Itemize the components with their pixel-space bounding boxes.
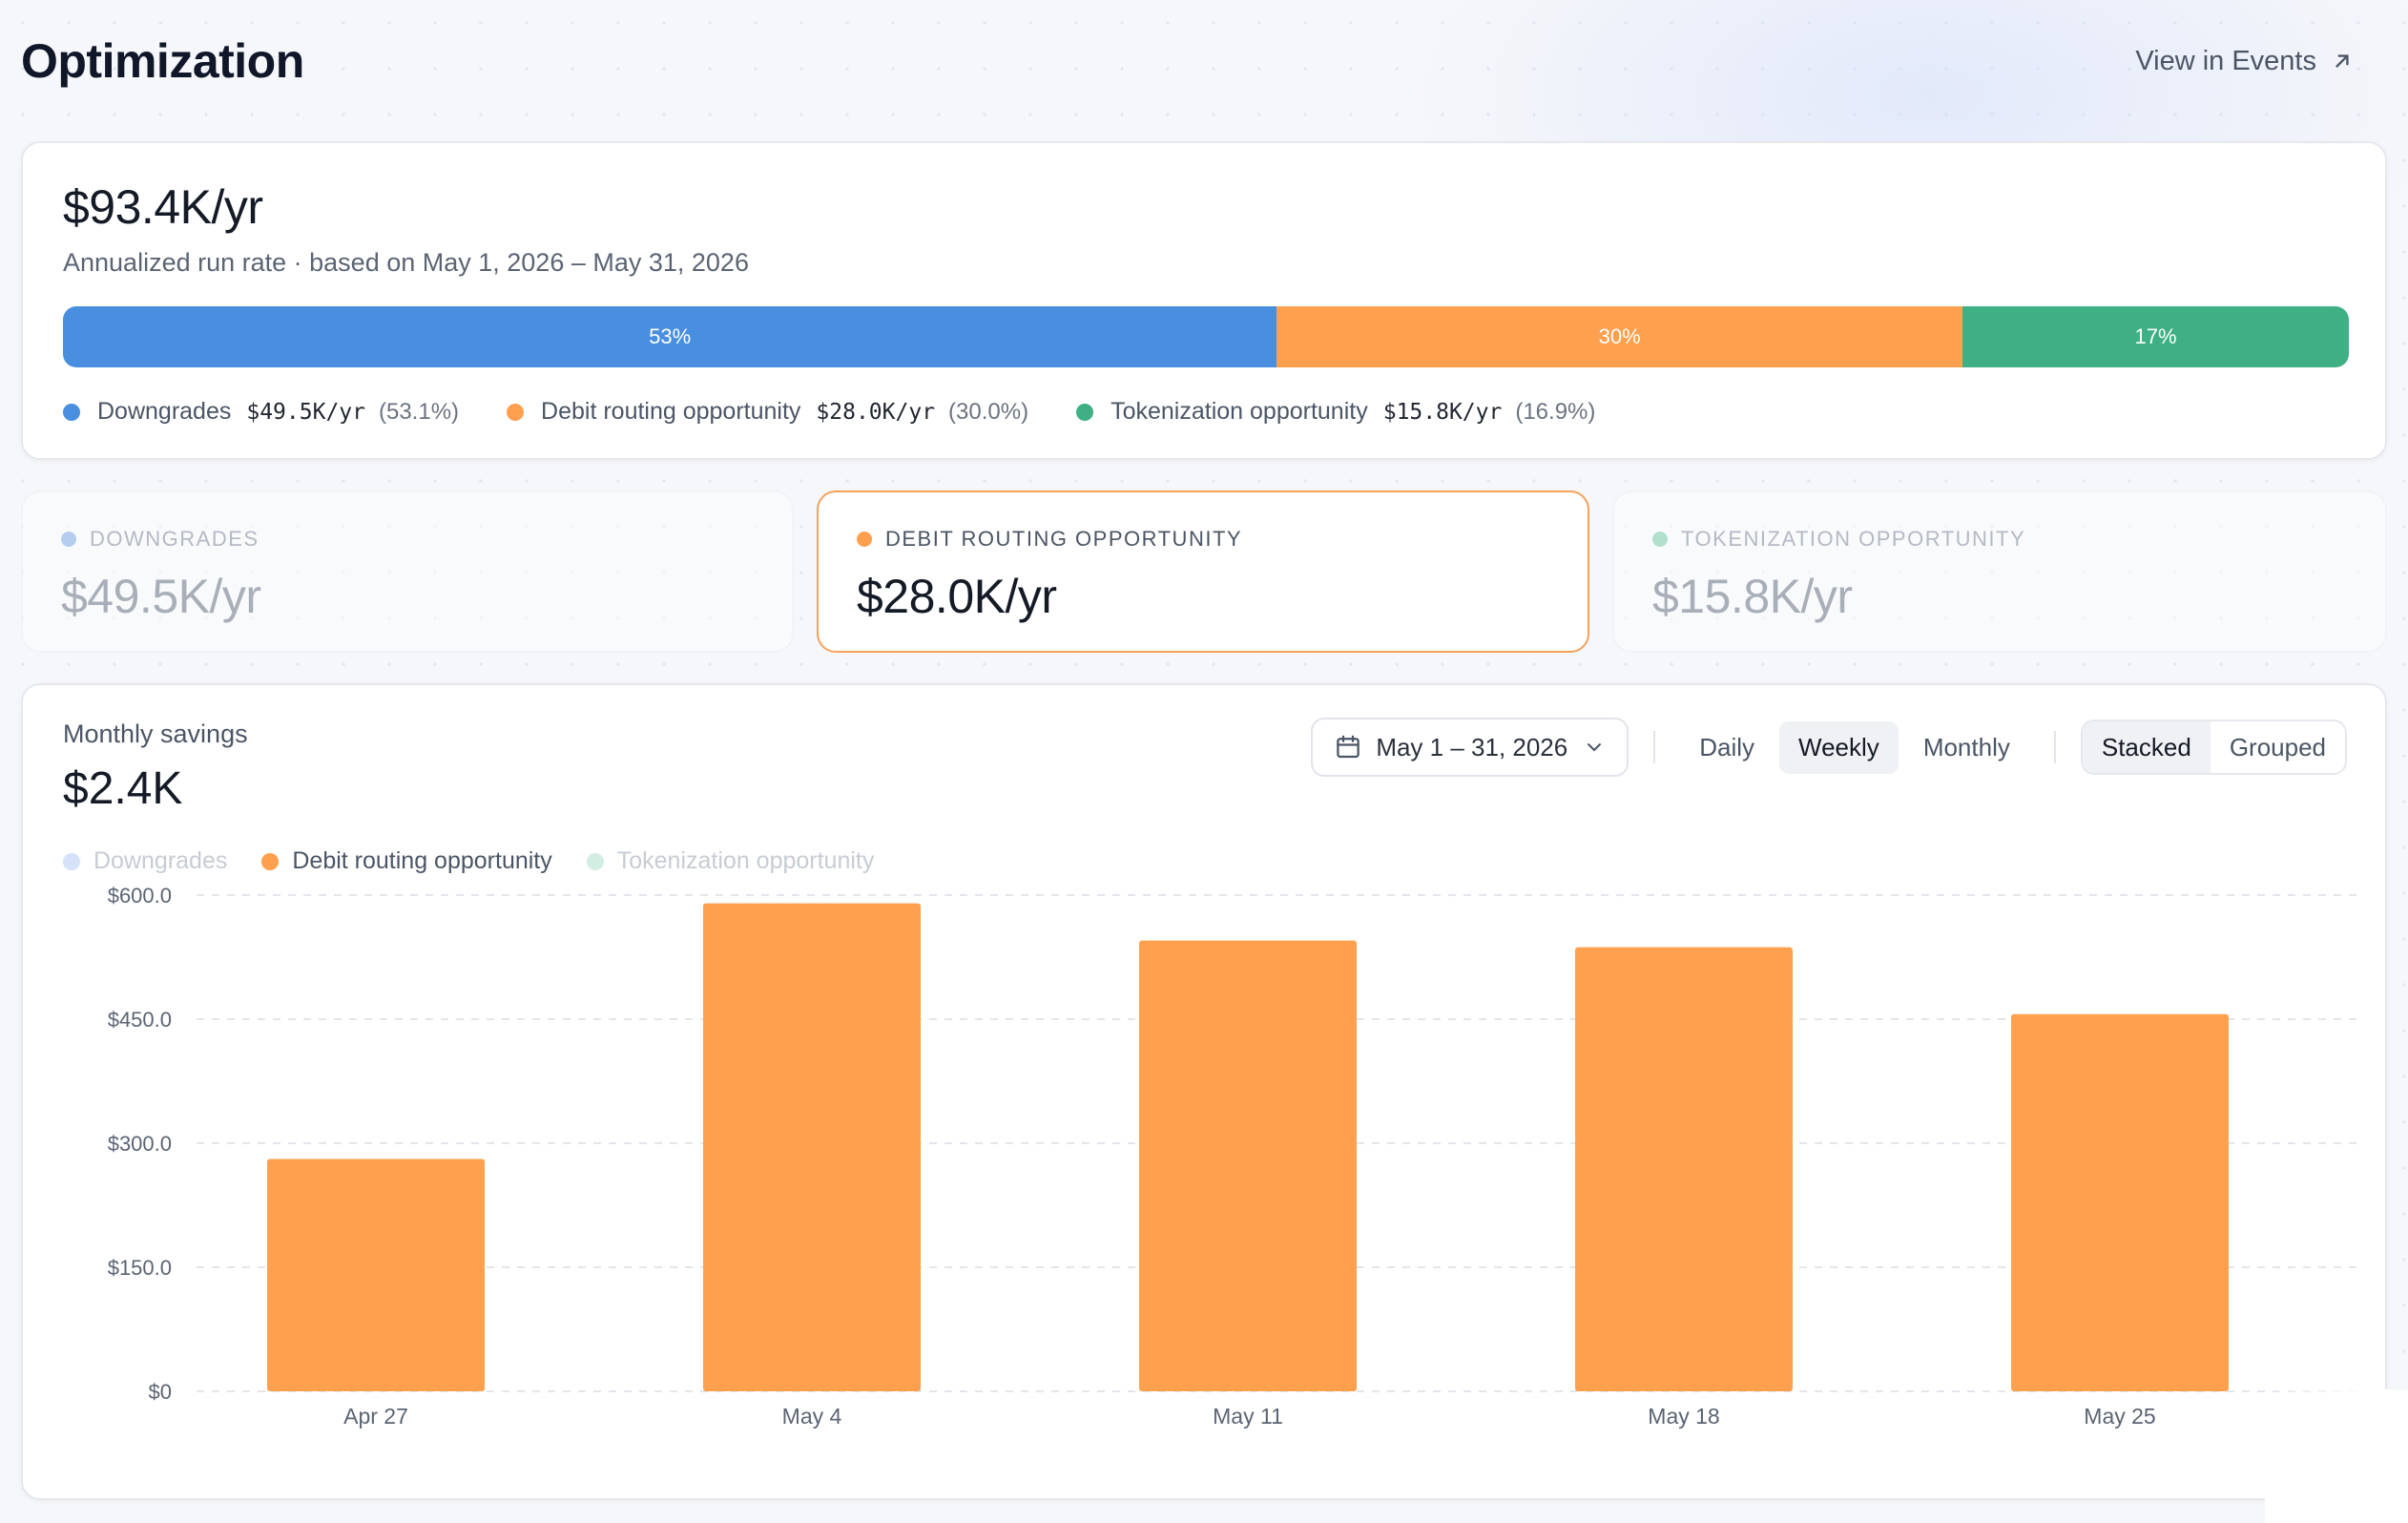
category-label: TOKENIZATION OPPORTUNITY xyxy=(1681,527,2026,551)
calendar-icon xyxy=(1337,735,1360,759)
share-segment: 17% xyxy=(1962,306,2349,367)
legend-name: Downgrades xyxy=(93,847,228,874)
stacked-share-bar: 53% 30% 17% xyxy=(63,306,2349,367)
summary-legend-item: Debit routing opportunity $28.0K/yr (30.0%… xyxy=(507,398,1028,426)
y-tick-label: $150.0 xyxy=(108,1256,172,1280)
summary-card: $93.4K/yr Annualized run rate · based on… xyxy=(21,141,2387,460)
category-card-tokenization[interactable]: TOKENIZATION OPPORTUNITY $15.8K/yr xyxy=(1612,490,2387,653)
legend-amount: $28.0K/yr xyxy=(816,399,936,425)
category-label-row: DOWNGRADES xyxy=(61,527,754,552)
layout-mode-toggle: Stacked Grouped xyxy=(2080,720,2347,775)
legend-dot xyxy=(586,852,604,870)
y-tick-label: $0 xyxy=(149,1380,172,1404)
legend-dot xyxy=(63,403,80,421)
y-tick-label: $300.0 xyxy=(108,1132,172,1156)
mode-grouped-button[interactable]: Grouped xyxy=(2211,721,2345,773)
category-value: $15.8K/yr xyxy=(1652,570,1853,623)
page-title: Optimization xyxy=(21,34,304,88)
legend-percent: (16.9%) xyxy=(1515,398,1596,425)
arrow-up-right-icon xyxy=(2335,54,2349,68)
legend-amount: $15.8K/yr xyxy=(1382,399,1503,425)
chevron-down-icon xyxy=(1588,743,1602,751)
legend-name: Downgrades xyxy=(97,398,232,425)
legend-dot xyxy=(1076,403,1094,421)
summary-value: $93.4K/yr xyxy=(63,180,263,234)
x-tick-label: Apr 27 xyxy=(343,1404,408,1429)
bar-may-18 xyxy=(1575,947,1793,1391)
bar-may-25 xyxy=(2011,1013,2229,1391)
category-label-row: DEBIT ROUTING OPPORTUNITY xyxy=(857,527,1549,552)
category-value: $49.5K/yr xyxy=(61,570,261,623)
legend-amount: $49.5K/yr xyxy=(246,399,365,425)
view-in-events-label: View in Events xyxy=(2135,45,2316,76)
legend-dot xyxy=(507,403,525,421)
x-tick-label: May 18 xyxy=(1648,1404,1719,1429)
share-segment: 53% xyxy=(63,306,1277,367)
legend-name: Debit routing opportunity xyxy=(292,847,552,874)
x-tick-label: May 4 xyxy=(782,1404,842,1429)
period-weekly-button[interactable]: Weekly xyxy=(1779,720,1899,774)
legend-percent: (53.1%) xyxy=(378,398,460,425)
period-monthly-button[interactable]: Monthly xyxy=(1904,721,2029,774)
category-label-row: TOKENIZATION OPPORTUNITY xyxy=(1652,527,2347,552)
category-card-debit-routing[interactable]: DEBIT ROUTING OPPORTUNITY $28.0K/yr xyxy=(817,490,1589,653)
bar-apr-27 xyxy=(267,1158,485,1391)
category-label: DEBIT ROUTING OPPORTUNITY xyxy=(885,527,1243,551)
category-value: $28.0K/yr xyxy=(857,570,1057,623)
legend-name: Tokenization opportunity xyxy=(616,847,875,874)
summary-subtitle: Annualized run rate · based on May 1, 20… xyxy=(63,248,749,277)
legend-name: Tokenization opportunity xyxy=(1111,398,1368,425)
savings-bar-chart: $0 $150.0 $300.0 $450.0 $600.0 Apr 27 May 4 May… xyxy=(108,884,2362,1429)
bar-may-11 xyxy=(1139,940,1357,1391)
monthly-savings-card: Monthly savings $2.4K May 1 – 31, 2026 D… xyxy=(21,683,2387,1500)
date-range-picker[interactable]: May 1 – 31, 2026 xyxy=(1311,718,1630,777)
category-label: DOWNGRADES xyxy=(90,527,259,551)
summary-legend-item: Tokenization opportunity $15.8K/yr (16.9%) xyxy=(1076,398,1595,426)
summary-legend: Downgrades $49.5K/yr (53.1%) Debit routing … xyxy=(63,398,2345,426)
chart-legend-item[interactable]: Tokenization opportunity xyxy=(586,847,875,875)
controls-divider xyxy=(2053,731,2056,763)
y-tick-label: $600.0 xyxy=(108,884,172,908)
controls-divider xyxy=(1653,731,1656,763)
legend-percent: (30.0%) xyxy=(948,398,1029,425)
view-in-events-link[interactable]: View in Events xyxy=(2135,46,2355,77)
date-range-label: May 1 – 31, 2026 xyxy=(1376,732,1568,762)
x-tick-label: May 25 xyxy=(2084,1404,2155,1429)
x-tick-label: May 11 xyxy=(1213,1404,1283,1429)
corner-fade xyxy=(2265,1389,2408,1523)
chart-controls: May 1 – 31, 2026 Daily Weekly Monthly Stac… xyxy=(1311,718,2347,777)
period-toggle: Daily Weekly Monthly xyxy=(1680,720,2029,774)
legend-dot xyxy=(63,852,80,870)
legend-name: Debit routing opportunity xyxy=(541,398,801,425)
chart-legend: Downgrades Debit routing opportunity Token… xyxy=(63,847,2345,875)
category-dot xyxy=(857,532,872,547)
category-card-downgrades[interactable]: DOWNGRADES $49.5K/yr xyxy=(21,490,794,653)
legend-dot xyxy=(261,852,280,870)
category-dot xyxy=(1652,532,1668,547)
category-dot xyxy=(61,532,76,547)
chart-legend-item[interactable]: Downgrades xyxy=(63,847,227,875)
bar-may-4 xyxy=(703,903,921,1391)
mode-stacked-button[interactable]: Stacked xyxy=(2082,721,2211,773)
chart-legend-item[interactable]: Debit routing opportunity xyxy=(261,847,552,875)
y-tick-label: $450.0 xyxy=(108,1008,172,1032)
share-segment: 30% xyxy=(1277,306,1963,367)
page-header: Optimization View in Events xyxy=(21,31,2362,92)
period-daily-button[interactable]: Daily xyxy=(1680,721,1774,774)
summary-legend-item: Downgrades $49.5K/yr (53.1%) xyxy=(63,398,459,426)
